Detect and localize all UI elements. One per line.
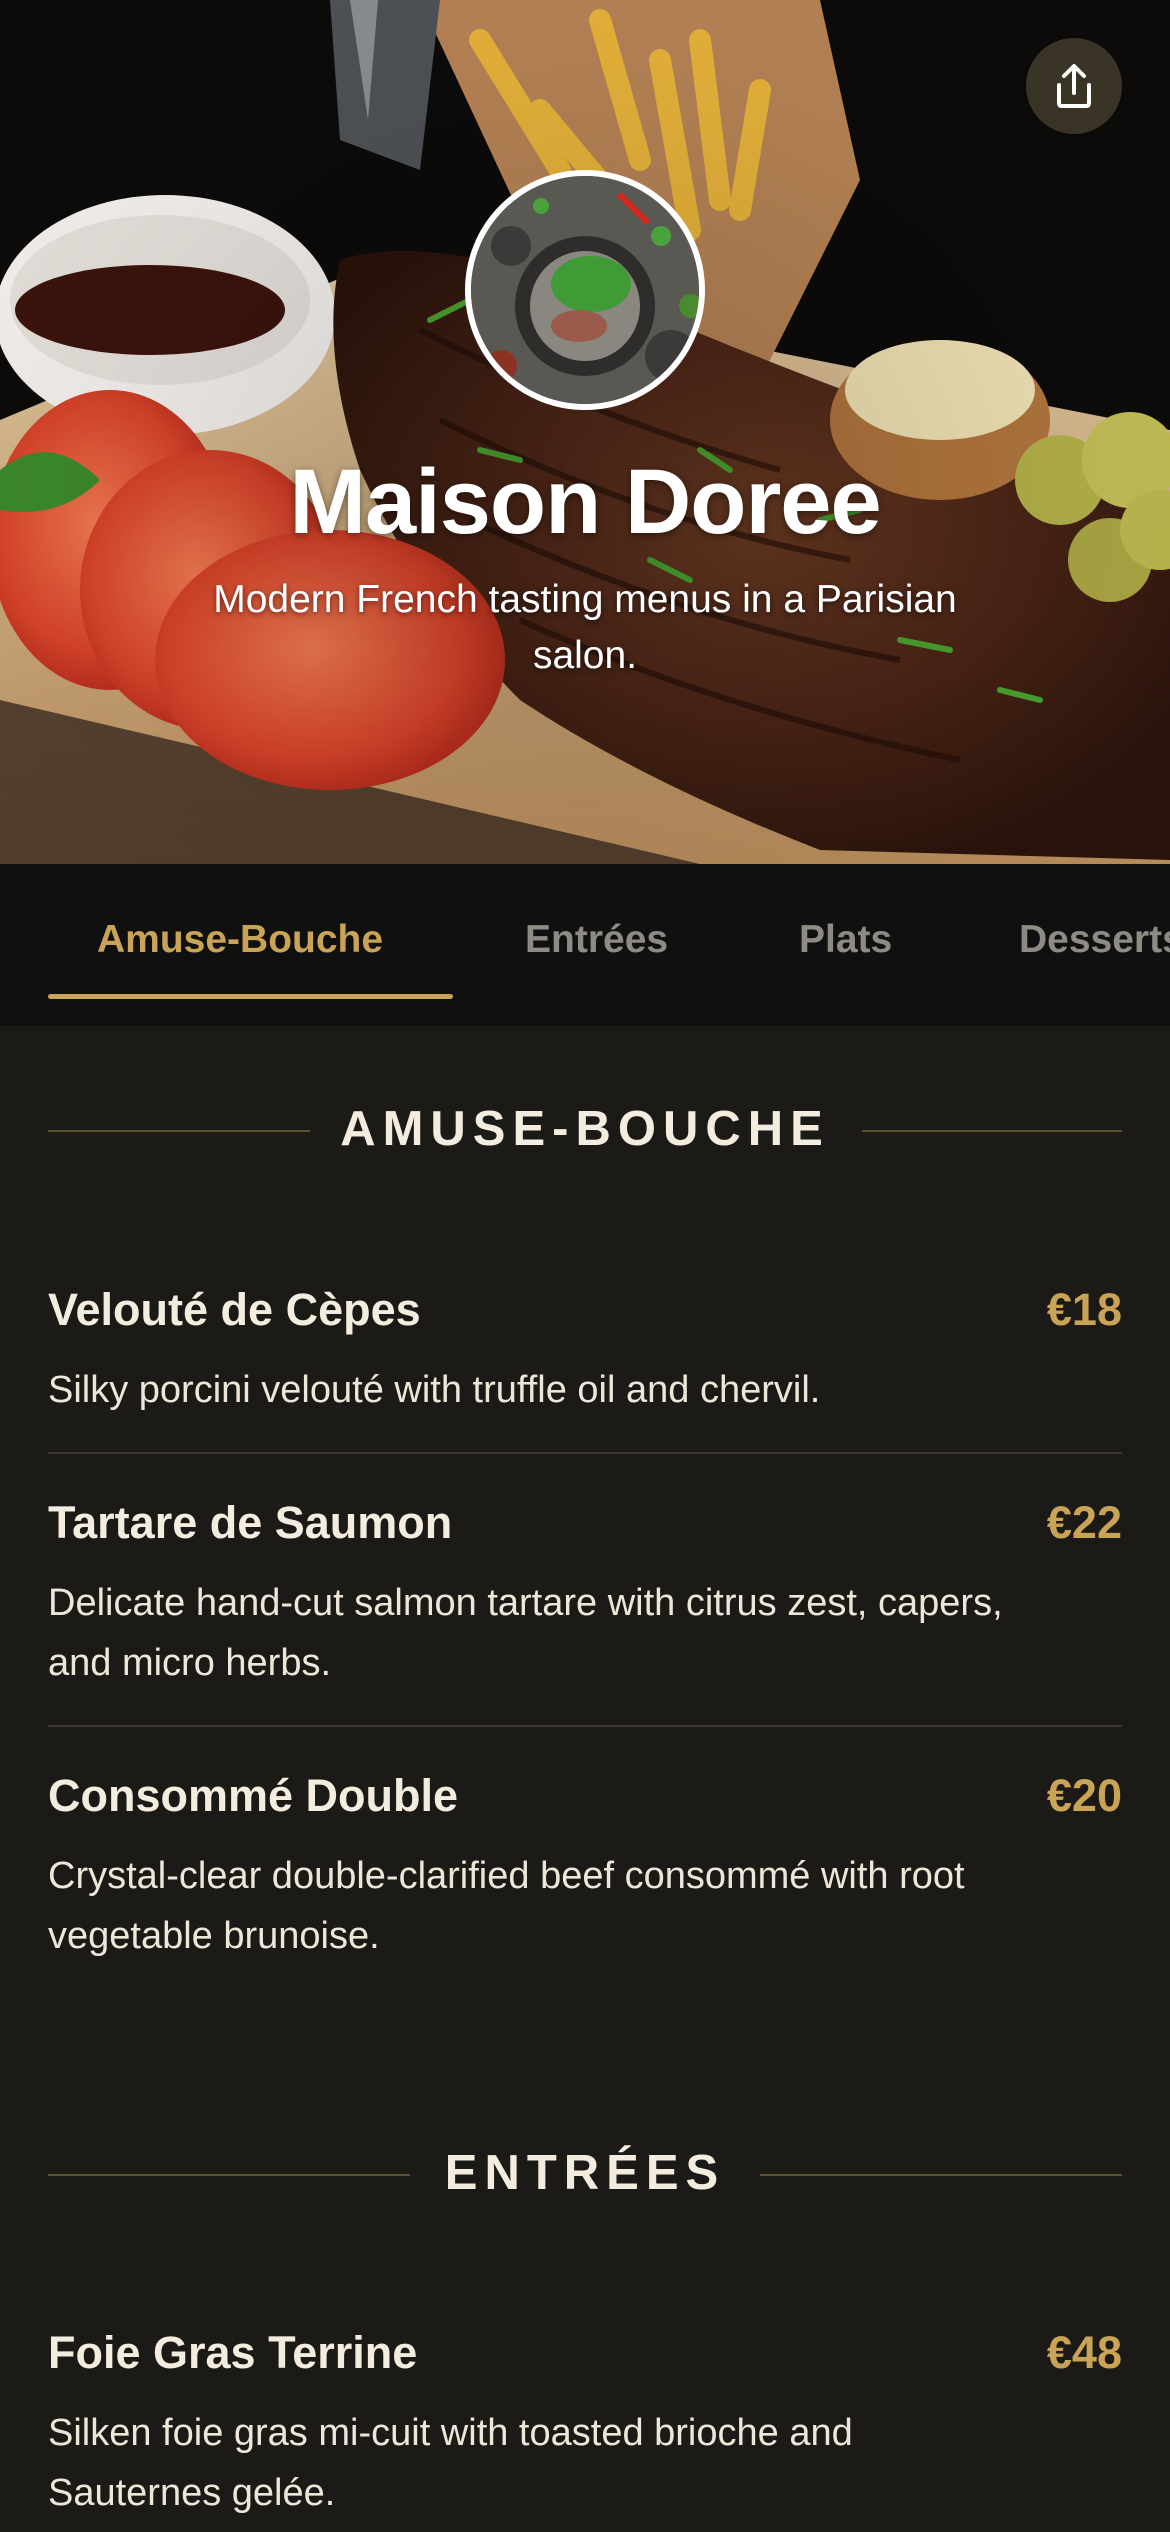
menu-item-description: Silken foie gras mi-cuit with toasted br… bbox=[48, 2412, 853, 2514]
menu-item-name: Consommé Double bbox=[48, 1770, 459, 1821]
section-header-entrees: ENTRÉES bbox=[0, 2145, 1170, 2205]
section-header-amuse-bouche: AMUSE-BOUCHE bbox=[0, 1101, 1170, 1161]
dish-plate-image bbox=[471, 176, 699, 404]
menu-item[interactable]: Velouté de Cèpes €18 Silky porcini velou… bbox=[48, 1284, 1122, 1420]
menu-item-price: €22 bbox=[1046, 1497, 1122, 1548]
tab-desserts[interactable]: Desserts bbox=[1019, 918, 1170, 962]
category-tab-bar: Amuse-Bouche Entrées Plats Desserts bbox=[0, 864, 1170, 1026]
hero-banner: Maison Doree Modern French tasting menus… bbox=[0, 0, 1170, 864]
menu-item-name: Velouté de Cèpes bbox=[48, 1284, 421, 1335]
restaurant-tagline: Modern French tasting menus in a Parisia… bbox=[213, 578, 957, 677]
restaurant-avatar bbox=[465, 170, 705, 410]
item-divider bbox=[48, 1725, 1122, 1727]
hero-overlay bbox=[0, 0, 1170, 864]
tab-entrees[interactable]: Entrées bbox=[525, 918, 668, 962]
section-rule-right bbox=[862, 1130, 1122, 1132]
share-icon bbox=[1057, 64, 1091, 108]
menu-item-name: Foie Gras Terrine bbox=[48, 2327, 418, 2378]
section-title: ENTRÉES bbox=[444, 2146, 726, 2200]
menu-item-description: Delicate hand-cut salmon tartare with ci… bbox=[48, 1582, 1003, 1684]
tab-plats[interactable]: Plats bbox=[799, 918, 892, 962]
item-divider bbox=[48, 1452, 1122, 1454]
menu-item-price: €20 bbox=[1046, 1770, 1122, 1821]
restaurant-name: Maison Doree bbox=[289, 451, 881, 553]
menu-item-description: Silky porcini velouté with truffle oil a… bbox=[48, 1369, 821, 1411]
menu-item[interactable]: Consommé Double €20 Crystal-clear double… bbox=[48, 1770, 1122, 1966]
menu-item-description: Crystal-clear double-clarified beef cons… bbox=[48, 1855, 965, 1957]
section-rule-right bbox=[760, 2174, 1122, 2176]
menu-item[interactable]: Foie Gras Terrine €48 Silken foie gras m… bbox=[48, 2327, 1122, 2523]
menu-item-price: €18 bbox=[1046, 1284, 1122, 1335]
menu-item[interactable]: Tartare de Saumon €22 Delicate hand-cut … bbox=[48, 1497, 1122, 1693]
tab-amuse-bouche[interactable]: Amuse-Bouche bbox=[97, 918, 383, 962]
menu-item-name: Tartare de Saumon bbox=[48, 1497, 453, 1548]
active-tab-indicator bbox=[48, 994, 453, 999]
menu-item-price: €48 bbox=[1046, 2327, 1122, 2378]
share-button[interactable] bbox=[1026, 38, 1122, 134]
section-title: AMUSE-BOUCHE bbox=[340, 1102, 830, 1156]
